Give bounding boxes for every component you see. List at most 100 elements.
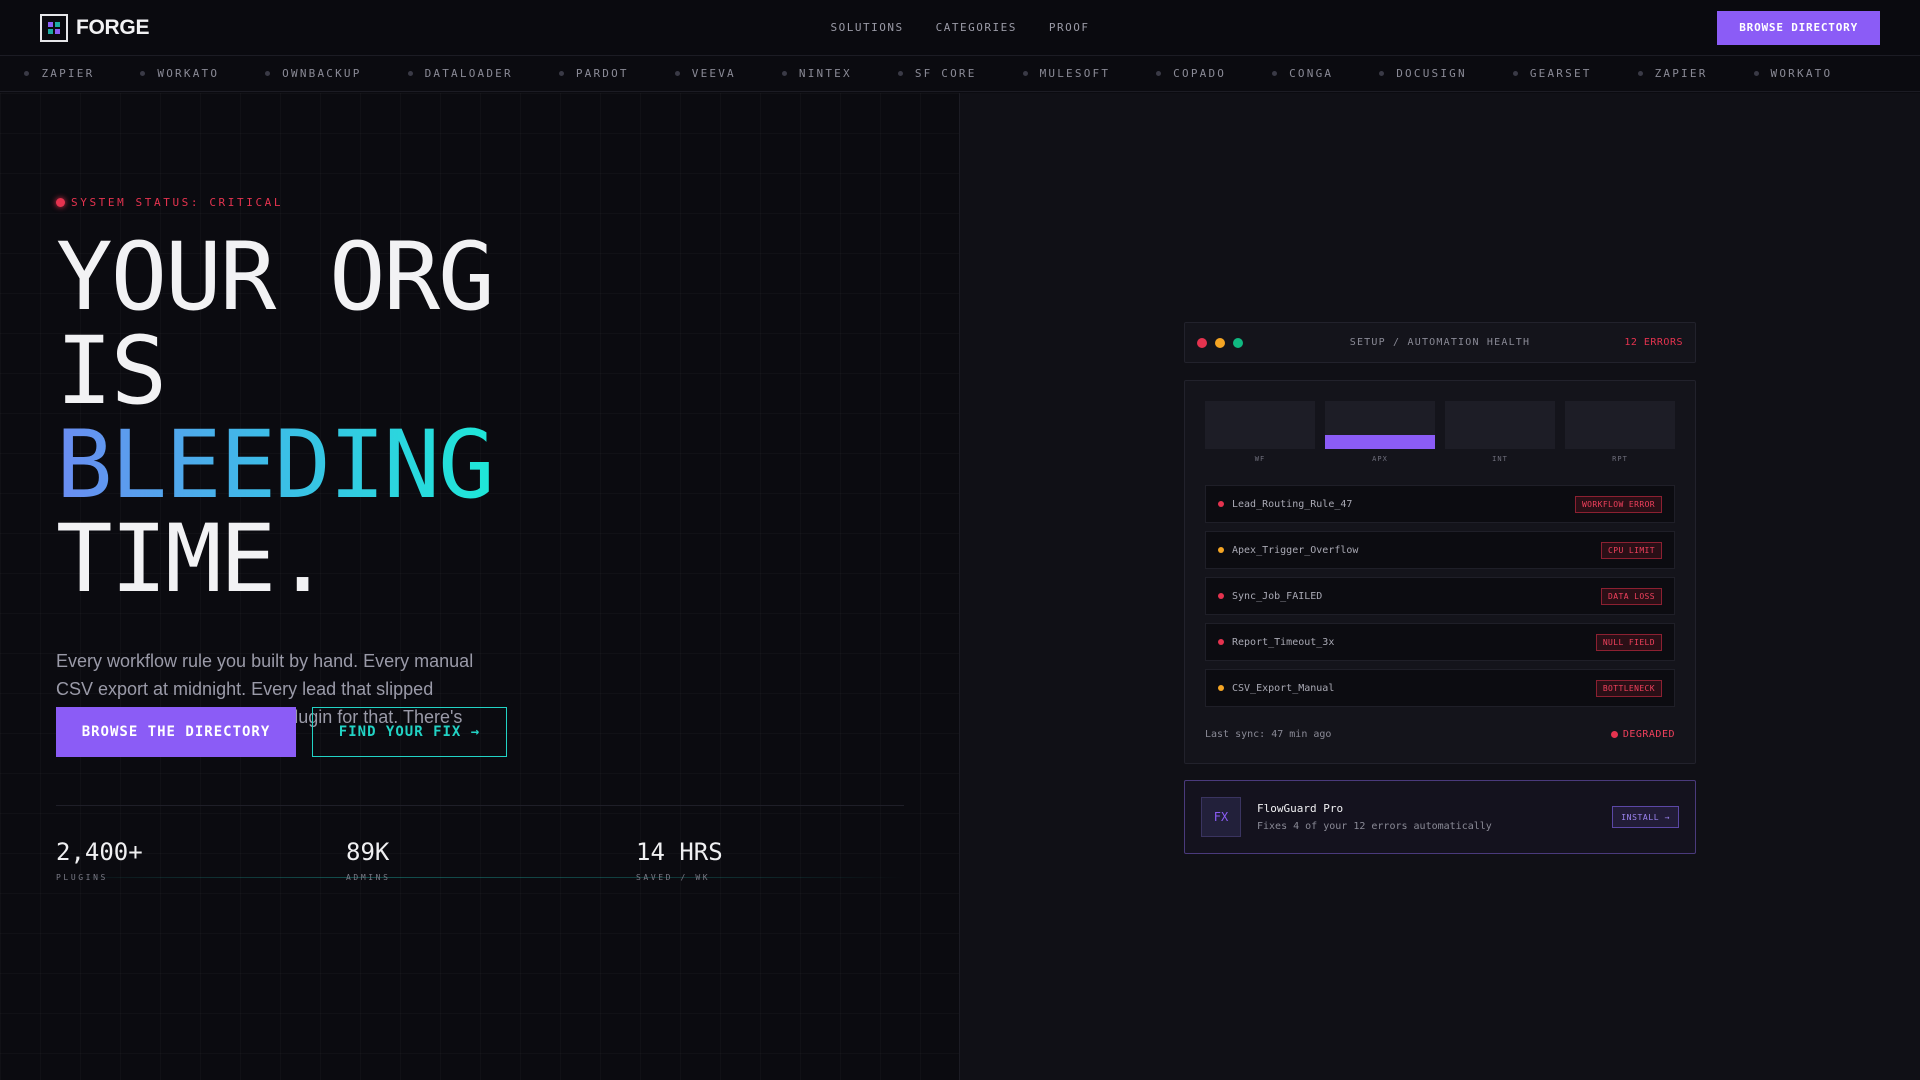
ticker-dot-icon xyxy=(558,71,564,76)
automation-health-card: WF APX INT RPT Lead_Routing_Rule_47 WORKFLOW… xyxy=(1184,380,1696,764)
ticker-dot-icon xyxy=(1156,71,1162,76)
ticker-item: DATALOADER xyxy=(407,67,513,80)
stat-saved: 14 HRS SAVED / WK xyxy=(636,838,723,882)
ticker-dot-icon xyxy=(407,71,413,76)
health-bar: WF xyxy=(1205,401,1315,463)
nav-link-solutions[interactable]: SOLUTIONS xyxy=(831,21,904,34)
ticker-dot-icon xyxy=(1022,71,1028,76)
hero-left: SYSTEM STATUS: CRITICAL YOUR ORG IS BLEE… xyxy=(0,93,960,1080)
error-tag: CPU LIMIT xyxy=(1601,541,1662,559)
window-maximize-dot-icon[interactable] xyxy=(1233,337,1243,348)
ticker-label: MULESOFT xyxy=(1039,67,1111,80)
fix-suggestion-card[interactable]: FX FlowGuard Pro Fixes 4 of your 12 erro… xyxy=(1184,780,1696,854)
stat-label: PLUGINS xyxy=(56,873,108,882)
ticker-label: NINTEX xyxy=(798,67,852,80)
browse-directory-button[interactable]: BROWSE DIRECTORY xyxy=(1717,10,1880,45)
vendor-ticker: SETZAPIERWORKATOOWNBACKUPDATALOADERPARDO… xyxy=(0,56,1920,92)
fx-badge: FX xyxy=(1201,797,1241,837)
stat-value: 14 HRS xyxy=(636,838,723,866)
ticker-label: COPADO xyxy=(1173,67,1227,80)
ticker-item: GEARSET xyxy=(1512,67,1592,80)
forge-logo-icon xyxy=(40,13,68,42)
window-close-dot-icon[interactable] xyxy=(1197,337,1207,348)
ticker-label: PARDOT xyxy=(575,67,629,80)
ticker-item: VEEVA xyxy=(674,67,736,80)
ticker-dot-icon xyxy=(1753,71,1759,76)
error-name: Lead_Routing_Rule_47 xyxy=(1232,498,1353,510)
nav-links: SOLUTIONS CATEGORIES PROOF xyxy=(831,21,1090,34)
ticker-item: WORKATO xyxy=(140,67,219,80)
error-list: Lead_Routing_Rule_47 WORKFLOW ERROR Apex_T… xyxy=(1205,485,1675,715)
ticker-dot-icon xyxy=(265,71,271,76)
ticker-item: ZAPIER xyxy=(1637,67,1708,80)
error-row[interactable]: Apex_Trigger_Overflow CPU LIMIT xyxy=(1205,531,1675,569)
ticker-item: ZAPIER xyxy=(24,67,94,80)
error-dot-icon xyxy=(1218,685,1224,691)
fix-text: FlowGuard Pro Fixes 4 of your 12 errors … xyxy=(1257,802,1492,832)
headline-line-3: BLEEDING xyxy=(56,411,495,520)
health-bars: WF APX INT RPT xyxy=(1205,401,1675,463)
stats-accent-line xyxy=(56,877,904,878)
ticker-dot-icon xyxy=(1512,71,1518,76)
fix-title: FlowGuard Pro xyxy=(1257,802,1344,815)
ticker-label: SF CORE xyxy=(914,67,977,80)
nav-link-proof[interactable]: PROOF xyxy=(1049,21,1090,34)
stat-label: SAVED / WK xyxy=(636,873,711,882)
headline-line-4: TIME. xyxy=(56,505,331,614)
fix-subtitle: Fixes 4 of your 12 errors automatically xyxy=(1257,821,1492,832)
health-bar-fill xyxy=(1325,434,1435,449)
ticker-item: DOCUSIGN xyxy=(1379,67,1467,80)
error-row[interactable]: Lead_Routing_Rule_47 WORKFLOW ERROR xyxy=(1205,485,1675,523)
error-tag: DATA LOSS xyxy=(1601,587,1662,605)
health-state-label: DEGRADED xyxy=(1622,729,1675,740)
stat-plugins: 2,400+ PLUGINS xyxy=(56,838,143,882)
health-state: DEGRADED xyxy=(1610,729,1675,740)
stat-label: ADMINS xyxy=(346,873,391,882)
headline: YOUR ORG IS BLEEDING TIME. xyxy=(56,223,495,614)
degraded-dot-icon xyxy=(1610,731,1618,738)
ticker-label: CONGA xyxy=(1289,67,1334,80)
health-bar: APX xyxy=(1325,401,1435,463)
last-sync: Last sync: 47 min ago xyxy=(1205,729,1332,740)
ticker-label: GEARSET xyxy=(1529,67,1592,80)
error-count: 12 ERRORS xyxy=(1624,337,1683,348)
status-dot-icon xyxy=(56,198,65,207)
brand[interactable]: FORGE xyxy=(40,13,150,42)
stat-value: 89K xyxy=(346,838,390,866)
ticker-label: WORKATO xyxy=(1770,67,1833,80)
health-bar-label: INT xyxy=(1492,455,1508,463)
health-bar-label: WF xyxy=(1254,455,1266,463)
error-tag: NULL FIELD xyxy=(1595,633,1662,651)
headline-line-1: YOUR ORG xyxy=(56,223,495,332)
window-minimize-dot-icon[interactable] xyxy=(1215,337,1225,348)
ticker-label: DATALOADER xyxy=(424,67,513,80)
health-bar-track xyxy=(1445,401,1555,449)
system-status: SYSTEM STATUS: CRITICAL xyxy=(56,196,283,209)
ticker-dot-icon xyxy=(24,71,30,76)
error-row[interactable]: Sync_Job_FAILED DATA LOSS xyxy=(1205,577,1675,615)
error-dot-icon xyxy=(1218,501,1224,507)
window-bar: SETUP / AUTOMATION HEALTH 12 ERRORS xyxy=(1184,322,1696,363)
browse-the-directory-button[interactable]: BROWSE THE DIRECTORY xyxy=(56,707,296,757)
error-tag: BOTTLENECK xyxy=(1595,679,1662,697)
health-bar-track xyxy=(1565,401,1675,449)
ticker-track: SETZAPIERWORKATOOWNBACKUPDATALOADERPARDO… xyxy=(0,67,1878,80)
card-footer: Last sync: 47 min ago DEGRADED xyxy=(1205,729,1675,740)
ticker-label: ZAPIER xyxy=(41,67,95,80)
health-bar: RPT xyxy=(1565,401,1675,463)
error-name: Sync_Job_FAILED xyxy=(1232,590,1323,602)
error-row[interactable]: CSV_Export_Manual BOTTLENECK xyxy=(1205,669,1675,707)
ticker-item: NINTEX xyxy=(781,67,852,80)
ticker-item: CONGA xyxy=(1272,67,1333,80)
window-title: SETUP / AUTOMATION HEALTH xyxy=(1349,337,1531,348)
nav-link-categories[interactable]: CATEGORIES xyxy=(936,21,1017,34)
ticker-label: VEEVA xyxy=(691,67,736,80)
error-tag: WORKFLOW ERROR xyxy=(1574,495,1662,513)
brand-name: FORGE xyxy=(76,15,150,39)
ticker-dot-icon xyxy=(1637,71,1643,76)
stats-divider xyxy=(56,805,904,806)
find-your-fix-button[interactable]: FIND YOUR FIX → xyxy=(312,707,507,757)
health-bar: INT xyxy=(1445,401,1555,463)
error-row[interactable]: Report_Timeout_3x NULL FIELD xyxy=(1205,623,1675,661)
install-button[interactable]: INSTALL → xyxy=(1612,806,1679,828)
